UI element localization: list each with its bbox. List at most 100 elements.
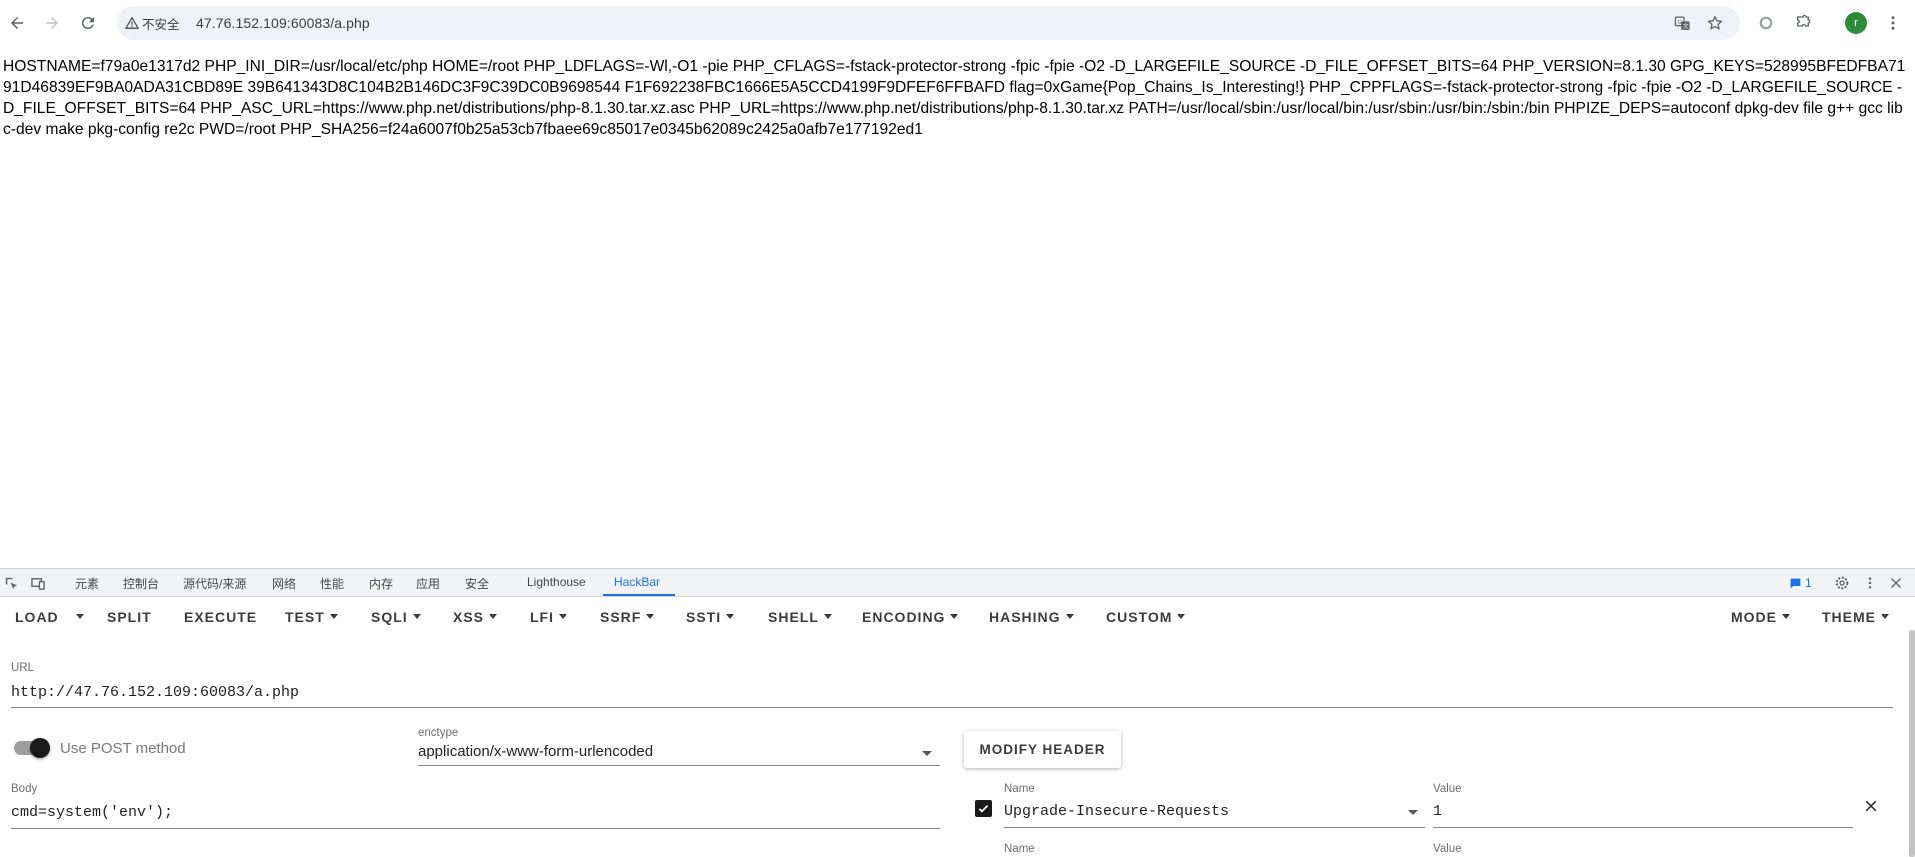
url-field-label: URL (11, 662, 35, 674)
post-method-toggle-knob[interactable] (30, 738, 50, 758)
tab-network[interactable]: 网络 (272, 575, 296, 592)
enctype-dropdown-icon[interactable] (922, 751, 932, 756)
xss-menu[interactable]: XSS (453, 609, 498, 625)
header-name-select[interactable]: Upgrade-Insecure-Requests (1004, 803, 1229, 820)
header-name-dropdown-icon[interactable] (1408, 810, 1418, 815)
extensions-puzzle-icon[interactable] (1790, 10, 1816, 36)
tab-security[interactable]: 安全 (465, 575, 489, 592)
chevron-down-icon (489, 613, 498, 619)
chevron-down-icon (412, 613, 421, 619)
shell-menu[interactable]: SHELL (768, 609, 832, 625)
settings-gear-icon[interactable] (1834, 575, 1850, 591)
ssti-menu[interactable]: SSTI (686, 609, 735, 625)
lfi-label: LFI (530, 609, 554, 625)
translate-icon[interactable]: G文 (1673, 14, 1691, 32)
ssrf-menu[interactable]: SSRF (600, 609, 655, 625)
header-value-input[interactable]: 1 (1433, 803, 1442, 820)
test-label: TEST (285, 609, 325, 625)
profile-avatar[interactable]: r (1845, 12, 1867, 34)
inspect-element-icon[interactable] (3, 575, 19, 591)
forward-arrow-icon (46, 17, 58, 29)
enctype-select[interactable]: application/x-www-form-urlencoded (418, 743, 653, 760)
chevron-down-icon (1782, 613, 1790, 619)
hashing-label: HASHING (989, 609, 1061, 625)
chevron-down-icon (329, 613, 338, 619)
device-toolbar-icon[interactable] (30, 575, 46, 591)
devtools-menu-icon[interactable] (1862, 575, 1878, 591)
warning-icon (125, 16, 139, 29)
header-name-label: Name (1004, 783, 1035, 795)
extension-circle-icon[interactable] (1753, 10, 1779, 36)
back-button[interactable] (4, 10, 30, 36)
theme-label: THEME (1822, 609, 1876, 625)
forward-button[interactable] (39, 10, 65, 36)
reload-button[interactable] (75, 10, 101, 36)
chevron-down-icon (1065, 613, 1074, 619)
checkmark-icon (978, 805, 989, 813)
header2-name-label: Name (1004, 843, 1035, 855)
bookmark-star-icon[interactable] (1706, 14, 1724, 32)
back-arrow-icon (11, 17, 23, 29)
body-input-underline (11, 828, 940, 829)
lfi-menu[interactable]: LFI (530, 609, 567, 625)
tab-memory[interactable]: 内存 (369, 575, 393, 592)
remove-header-icon[interactable] (1864, 799, 1880, 815)
browser-menu-icon[interactable] (1880, 10, 1906, 36)
address-bar[interactable]: 不安全 47.76.152.109:60083/a.php G文 (117, 6, 1740, 40)
tab-application[interactable]: 应用 (416, 575, 440, 592)
url-text[interactable]: 47.76.152.109:60083/a.php (196, 15, 370, 31)
tab-lighthouse[interactable]: Lighthouse (527, 575, 586, 589)
page-output-text: HOSTNAME=f79a0e1317d2 PHP_INI_DIR=/usr/l… (3, 58, 1906, 138)
encoding-menu[interactable]: ENCODING (862, 609, 959, 625)
message-icon (1790, 578, 1801, 588)
mode-label: MODE (1731, 609, 1777, 625)
encoding-label: ENCODING (862, 609, 946, 625)
chevron-down-icon (559, 613, 567, 619)
security-label: 不安全 (142, 17, 180, 32)
header-value-underline (1433, 827, 1853, 828)
theme-menu[interactable]: THEME (1822, 609, 1889, 625)
hashing-menu[interactable]: HASHING (989, 609, 1074, 625)
devtools-tab-bar: 元素 控制台 源代码/来源 网络 性能 内存 应用 安全 Lighthouse … (0, 569, 1915, 597)
post-method-label: Use POST method (60, 740, 186, 757)
tab-hackbar[interactable]: HackBar (614, 575, 660, 589)
sqli-label: SQLI (371, 609, 408, 625)
execute-button[interactable]: EXECUTE (184, 609, 257, 625)
active-tab-indicator (603, 594, 675, 596)
enctype-label: enctype (418, 727, 459, 739)
chevron-down-icon (1177, 613, 1186, 619)
reload-icon (81, 17, 94, 30)
load-button[interactable]: LOAD (15, 609, 59, 625)
security-indicator[interactable]: 不安全 (125, 14, 180, 32)
header-value-label: Value (1433, 783, 1462, 795)
chevron-down-icon (950, 613, 959, 619)
hackbar-menu-bar: LOAD SPLIT EXECUTE TEST SQLI XSS LFI SSR… (0, 597, 1915, 639)
ssrf-label: SSRF (600, 609, 642, 625)
header-enabled-checkbox[interactable] (975, 800, 992, 817)
hackbar-scrollbar-thumb[interactable] (1909, 630, 1915, 857)
header-name-underline (1004, 827, 1425, 828)
xss-label: XSS (453, 609, 485, 625)
body-input[interactable]: cmd=system('env'); (11, 804, 173, 821)
load-dropdown-icon[interactable] (76, 609, 84, 625)
modify-header-button[interactable]: MODIFY HEADER (964, 731, 1121, 768)
custom-label: CUSTOM (1106, 609, 1173, 625)
mode-menu[interactable]: MODE (1731, 609, 1790, 625)
tab-sources[interactable]: 源代码/来源 (183, 575, 246, 592)
ssti-label: SSTI (686, 609, 722, 625)
sqli-menu[interactable]: SQLI (371, 609, 421, 625)
issues-count: 1 (1805, 576, 1812, 590)
test-menu[interactable]: TEST (285, 609, 338, 625)
tab-elements[interactable]: 元素 (75, 575, 99, 592)
issues-badge[interactable]: 1 (1789, 576, 1812, 590)
split-button[interactable]: SPLIT (107, 609, 152, 625)
shell-label: SHELL (768, 609, 819, 625)
chevron-down-icon (1881, 613, 1889, 619)
body-field-label: Body (11, 783, 38, 795)
browser-toolbar: 不安全 47.76.152.109:60083/a.php G文 r (0, 0, 1915, 46)
tab-console[interactable]: 控制台 (123, 575, 159, 592)
custom-menu[interactable]: CUSTOM (1106, 609, 1186, 625)
close-devtools-icon[interactable] (1888, 575, 1904, 591)
url-input[interactable]: http://47.76.152.109:60083/a.php (11, 684, 299, 701)
tab-performance[interactable]: 性能 (320, 575, 344, 592)
